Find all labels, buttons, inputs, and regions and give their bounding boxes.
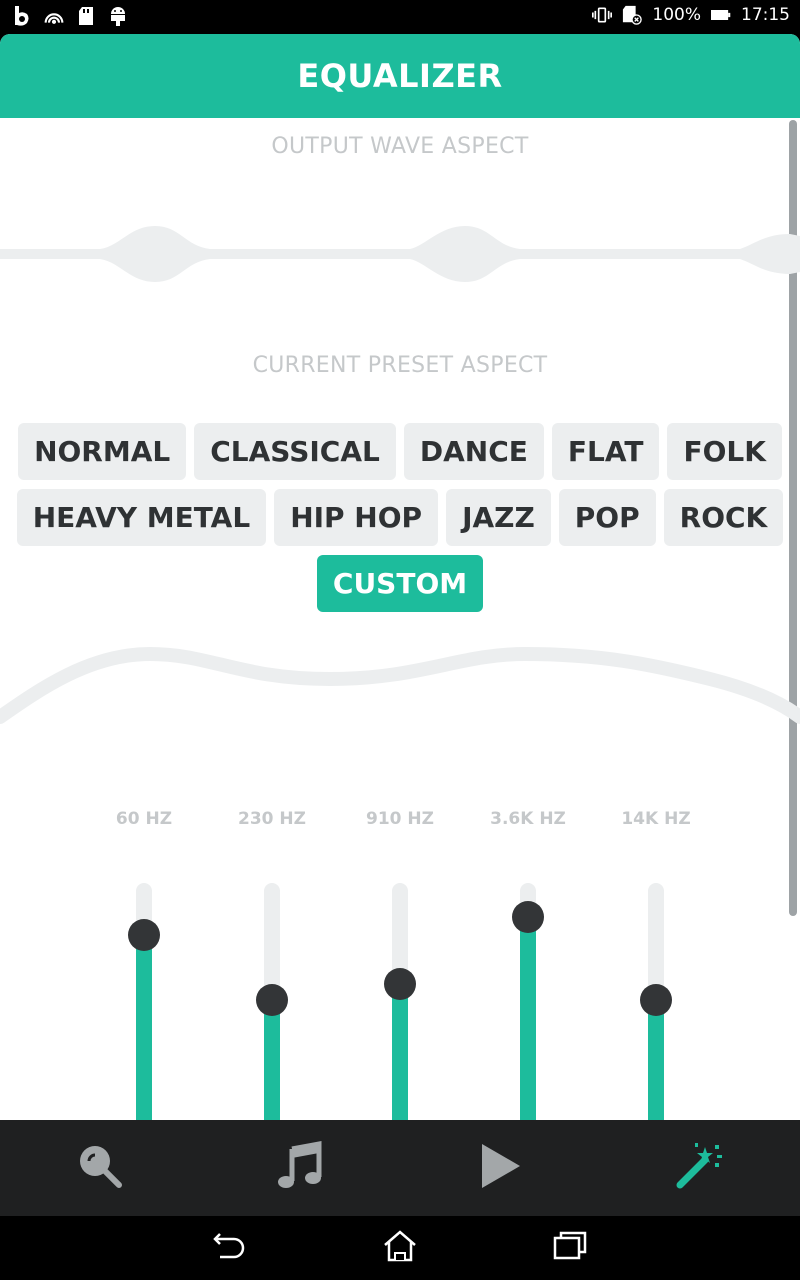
home-button[interactable] (380, 1228, 420, 1268)
sd-card-icon (76, 6, 96, 26)
band-label: 3.6K HZ (490, 809, 566, 829)
preset-heavy-metal-button[interactable]: HEAVY METAL (16, 489, 267, 546)
equalizer-screen: EQUALIZER OUTPUT WAVE ASPECT CURRENT PRE… (0, 34, 800, 1120)
band-sliders: 60 HZ 230 HZ 910 HZ 3.6K HZ 14K HZ (0, 800, 800, 1120)
battery-percent: 100% (652, 5, 701, 25)
page-title: EQUALIZER (297, 57, 503, 95)
preset-curve (0, 646, 800, 724)
preset-rock-button[interactable]: ROCK (663, 489, 784, 546)
status-bar: 100% 17:15 (0, 0, 800, 34)
slider-fill (520, 917, 536, 1120)
slider-knob[interactable] (640, 984, 672, 1016)
nav-search-button[interactable] (0, 1120, 200, 1216)
slider-track[interactable] (392, 883, 408, 1120)
preset-jazz-button[interactable]: JAZZ (446, 489, 551, 546)
home-icon (382, 1229, 418, 1267)
clock: 17:15 (741, 5, 790, 25)
preset-pop-button[interactable]: POP (558, 489, 656, 546)
band-label: 14K HZ (621, 809, 691, 829)
app-bar: EQUALIZER (0, 34, 800, 118)
slider-knob[interactable] (256, 984, 288, 1016)
broadcast-icon (44, 6, 64, 26)
back-button[interactable] (210, 1228, 250, 1268)
preset-classical-button[interactable]: CLASSICAL (194, 423, 396, 480)
music-note-icon (275, 1140, 325, 1195)
band-slider[interactable]: 3.6K HZ (488, 800, 568, 1120)
band-label: 60 HZ (115, 809, 173, 829)
slider-fill (136, 935, 152, 1120)
preset-row: HEAVY METAL HIP HOP JAZZ POP ROCK (0, 489, 800, 546)
sd-card-error-icon (622, 5, 643, 25)
preset-custom-button[interactable]: CUSTOM (316, 555, 484, 612)
slider-knob[interactable] (512, 901, 544, 933)
bottom-nav (0, 1120, 800, 1216)
system-nav-bar (0, 1216, 800, 1280)
preset-row: CUSTOM (0, 555, 800, 612)
preset-dance-button[interactable]: DANCE (403, 423, 544, 480)
preset-folk-button[interactable]: FOLK (667, 423, 782, 480)
band-slider[interactable]: 910 HZ (360, 800, 440, 1120)
preset-row: NORMAL CLASSICAL DANCE FLAT FOLK (0, 423, 800, 480)
android-icon (108, 6, 128, 26)
output-wave (0, 226, 800, 282)
slider-fill (264, 1000, 280, 1120)
b-app-icon (12, 6, 32, 26)
band-slider[interactable]: 14K HZ (616, 800, 696, 1120)
nav-player-button[interactable] (400, 1120, 600, 1216)
magic-wand-icon (675, 1141, 725, 1195)
search-icon (75, 1141, 125, 1195)
recents-icon (552, 1229, 588, 1267)
play-icon (477, 1141, 523, 1195)
slider-knob[interactable] (128, 919, 160, 951)
slider-fill (648, 1000, 664, 1120)
recents-button[interactable] (550, 1228, 590, 1268)
nav-equalizer-button[interactable] (600, 1120, 800, 1216)
band-label: 910 HZ (366, 809, 434, 829)
preset-hip-hop-button[interactable]: HIP HOP (274, 489, 439, 546)
battery-icon (711, 5, 731, 25)
preset-section-title: CURRENT PRESET ASPECT (252, 353, 548, 378)
preset-normal-button[interactable]: NORMAL (18, 423, 187, 480)
nav-library-button[interactable] (200, 1120, 400, 1216)
output-wave-title: OUTPUT WAVE ASPECT (271, 134, 529, 159)
band-slider[interactable]: 230 HZ (232, 800, 312, 1120)
band-label: 230 HZ (238, 809, 306, 829)
preset-flat-button[interactable]: FLAT (551, 423, 660, 480)
back-icon (212, 1230, 248, 1266)
slider-knob[interactable] (384, 968, 416, 1000)
slider-fill (392, 984, 408, 1120)
preset-list: NORMAL CLASSICAL DANCE FLAT FOLK HEAVY M… (0, 423, 800, 621)
vibrate-icon (592, 5, 613, 25)
band-slider[interactable]: 60 HZ (104, 800, 184, 1120)
